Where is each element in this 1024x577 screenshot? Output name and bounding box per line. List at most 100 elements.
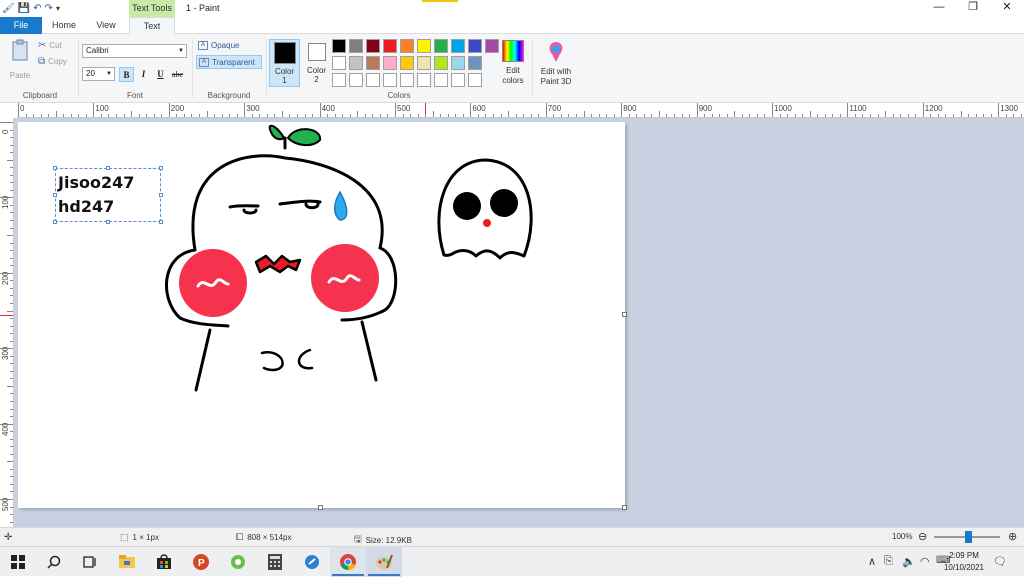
zoom-out-icon[interactable]: ⊖ (918, 530, 927, 543)
palette-color-swatch[interactable] (417, 39, 431, 53)
palette-color-swatch[interactable] (434, 39, 448, 53)
zoom-in-icon[interactable]: ⊕ (1008, 530, 1017, 543)
palette-color-swatch[interactable] (434, 56, 448, 70)
clock[interactable]: 2:09 PM 10/10/2021 (944, 550, 984, 574)
color2-button[interactable]: Color 2 (301, 39, 332, 87)
textbox-handle[interactable] (159, 166, 163, 170)
copy-button[interactable]: ⧉ Copy (38, 56, 67, 67)
powerpoint-icon[interactable]: P (191, 552, 211, 572)
palette-color-swatch[interactable] (349, 56, 363, 70)
textbox-handle[interactable] (53, 166, 57, 170)
ruler-tick (673, 114, 675, 117)
tab-text[interactable]: Text (129, 17, 175, 35)
close-button[interactable]: ✕ (990, 0, 1024, 17)
palette-color-swatch[interactable] (383, 73, 397, 87)
tab-view[interactable]: View (86, 17, 126, 34)
font-family-select[interactable]: Calibri ▼ (82, 44, 187, 58)
palette-color-swatch[interactable] (366, 73, 380, 87)
opaque-icon: A (198, 41, 208, 50)
textbox-handle[interactable] (159, 220, 163, 224)
palette-color-swatch[interactable] (400, 39, 414, 53)
search-icon[interactable] (44, 552, 64, 572)
underline-button[interactable]: U (153, 67, 168, 82)
palette-color-swatch[interactable] (400, 73, 414, 87)
palette-color-swatch[interactable] (485, 39, 499, 53)
bold-button[interactable]: B (119, 67, 134, 82)
canvas-resize-handle-corner[interactable] (622, 505, 627, 510)
textbox-handle[interactable] (53, 193, 57, 197)
tab-home[interactable]: Home (42, 17, 86, 34)
network-device-icon[interactable]: ⎘ (884, 555, 893, 568)
notifications-icon[interactable]: 🗨 (993, 555, 1007, 568)
volume-icon[interactable]: 🔈 (902, 555, 916, 568)
canvas-resize-handle-bottom[interactable] (318, 505, 323, 510)
palette-color-swatch[interactable] (332, 39, 346, 53)
palette-color-swatch[interactable] (451, 56, 465, 70)
text-line-1[interactable]: Jisoo247 (58, 173, 134, 192)
customize-qat-icon[interactable]: ▾ (56, 4, 60, 13)
text-box[interactable]: Jisoo247 hd247 (53, 166, 163, 224)
palette-color-swatch[interactable] (383, 39, 397, 53)
palette-color-swatch[interactable] (451, 39, 465, 53)
task-view-icon[interactable] (80, 552, 100, 572)
ruler-tick (470, 103, 472, 117)
ruler-tick (10, 453, 13, 455)
textbox-handle[interactable] (106, 220, 110, 224)
show-hidden-icons[interactable]: ∧ (868, 555, 876, 568)
palette-color-swatch[interactable] (417, 73, 431, 87)
chrome-icon[interactable] (338, 552, 358, 572)
font-size-select[interactable]: 20 ▼ (82, 67, 115, 81)
opaque-option[interactable]: A Opaque (196, 39, 262, 53)
edit-colors-button[interactable]: Edit colors (498, 39, 528, 86)
palette-color-swatch[interactable] (417, 56, 431, 70)
ruler-tick (10, 521, 13, 523)
color-spectrum-icon (502, 40, 524, 62)
paint-taskbar-icon[interactable] (374, 552, 394, 572)
edit-with-paint3d-button[interactable]: Edit with Paint 3D (536, 39, 576, 87)
windows-start-icon[interactable] (8, 552, 28, 572)
zoom-slider-thumb[interactable] (965, 531, 972, 543)
ruler-tick (583, 111, 585, 117)
app-green-icon[interactable] (228, 552, 248, 572)
palette-color-swatch[interactable] (434, 73, 448, 87)
canvas-resize-handle-right[interactable] (622, 312, 627, 317)
palette-color-swatch[interactable] (468, 73, 482, 87)
redo-icon[interactable]: ↷ (45, 3, 53, 14)
color1-label: Color (274, 67, 295, 76)
app-blue-icon[interactable] (302, 552, 322, 572)
textbox-handle[interactable] (106, 166, 110, 170)
transparent-option[interactable]: A Transparent (196, 55, 262, 69)
paste-button[interactable]: Paste (6, 39, 34, 81)
palette-color-swatch[interactable] (332, 56, 346, 70)
file-explorer-icon[interactable] (117, 552, 137, 572)
tab-file[interactable]: File (0, 17, 42, 34)
textbox-handle[interactable] (53, 220, 57, 224)
text-line-2[interactable]: hd247 (58, 197, 114, 216)
ruler-label: 1200 (924, 104, 943, 113)
palette-color-swatch[interactable] (468, 39, 482, 53)
palette-color-swatch[interactable] (468, 56, 482, 70)
calculator-icon[interactable] (265, 552, 285, 572)
font-size-value: 20 (86, 69, 95, 78)
palette-color-swatch[interactable] (349, 39, 363, 53)
palette-color-swatch[interactable] (451, 73, 465, 87)
palette-color-swatch[interactable] (366, 39, 380, 53)
undo-icon[interactable]: ↶ (33, 3, 41, 14)
restore-button[interactable]: ❐ (956, 0, 990, 17)
palette-color-swatch[interactable] (349, 73, 363, 87)
strikethrough-button[interactable]: abc (170, 67, 185, 82)
background-group-label: Background (207, 91, 251, 100)
color1-button[interactable]: Color 1 (269, 39, 300, 87)
minimize-button[interactable]: — (922, 0, 956, 17)
textbox-handle[interactable] (159, 193, 163, 197)
ruler-tick (161, 114, 163, 117)
palette-color-swatch[interactable] (400, 56, 414, 70)
italic-button[interactable]: I (136, 67, 151, 82)
save-icon[interactable]: 💾 (18, 3, 30, 14)
wifi-icon[interactable]: ◠ (920, 555, 930, 568)
palette-color-swatch[interactable] (332, 73, 346, 87)
cut-button[interactable]: ✂ Cut (38, 40, 62, 51)
palette-color-swatch[interactable] (366, 56, 380, 70)
palette-color-swatch[interactable] (383, 56, 397, 70)
store-icon[interactable] (154, 552, 174, 572)
